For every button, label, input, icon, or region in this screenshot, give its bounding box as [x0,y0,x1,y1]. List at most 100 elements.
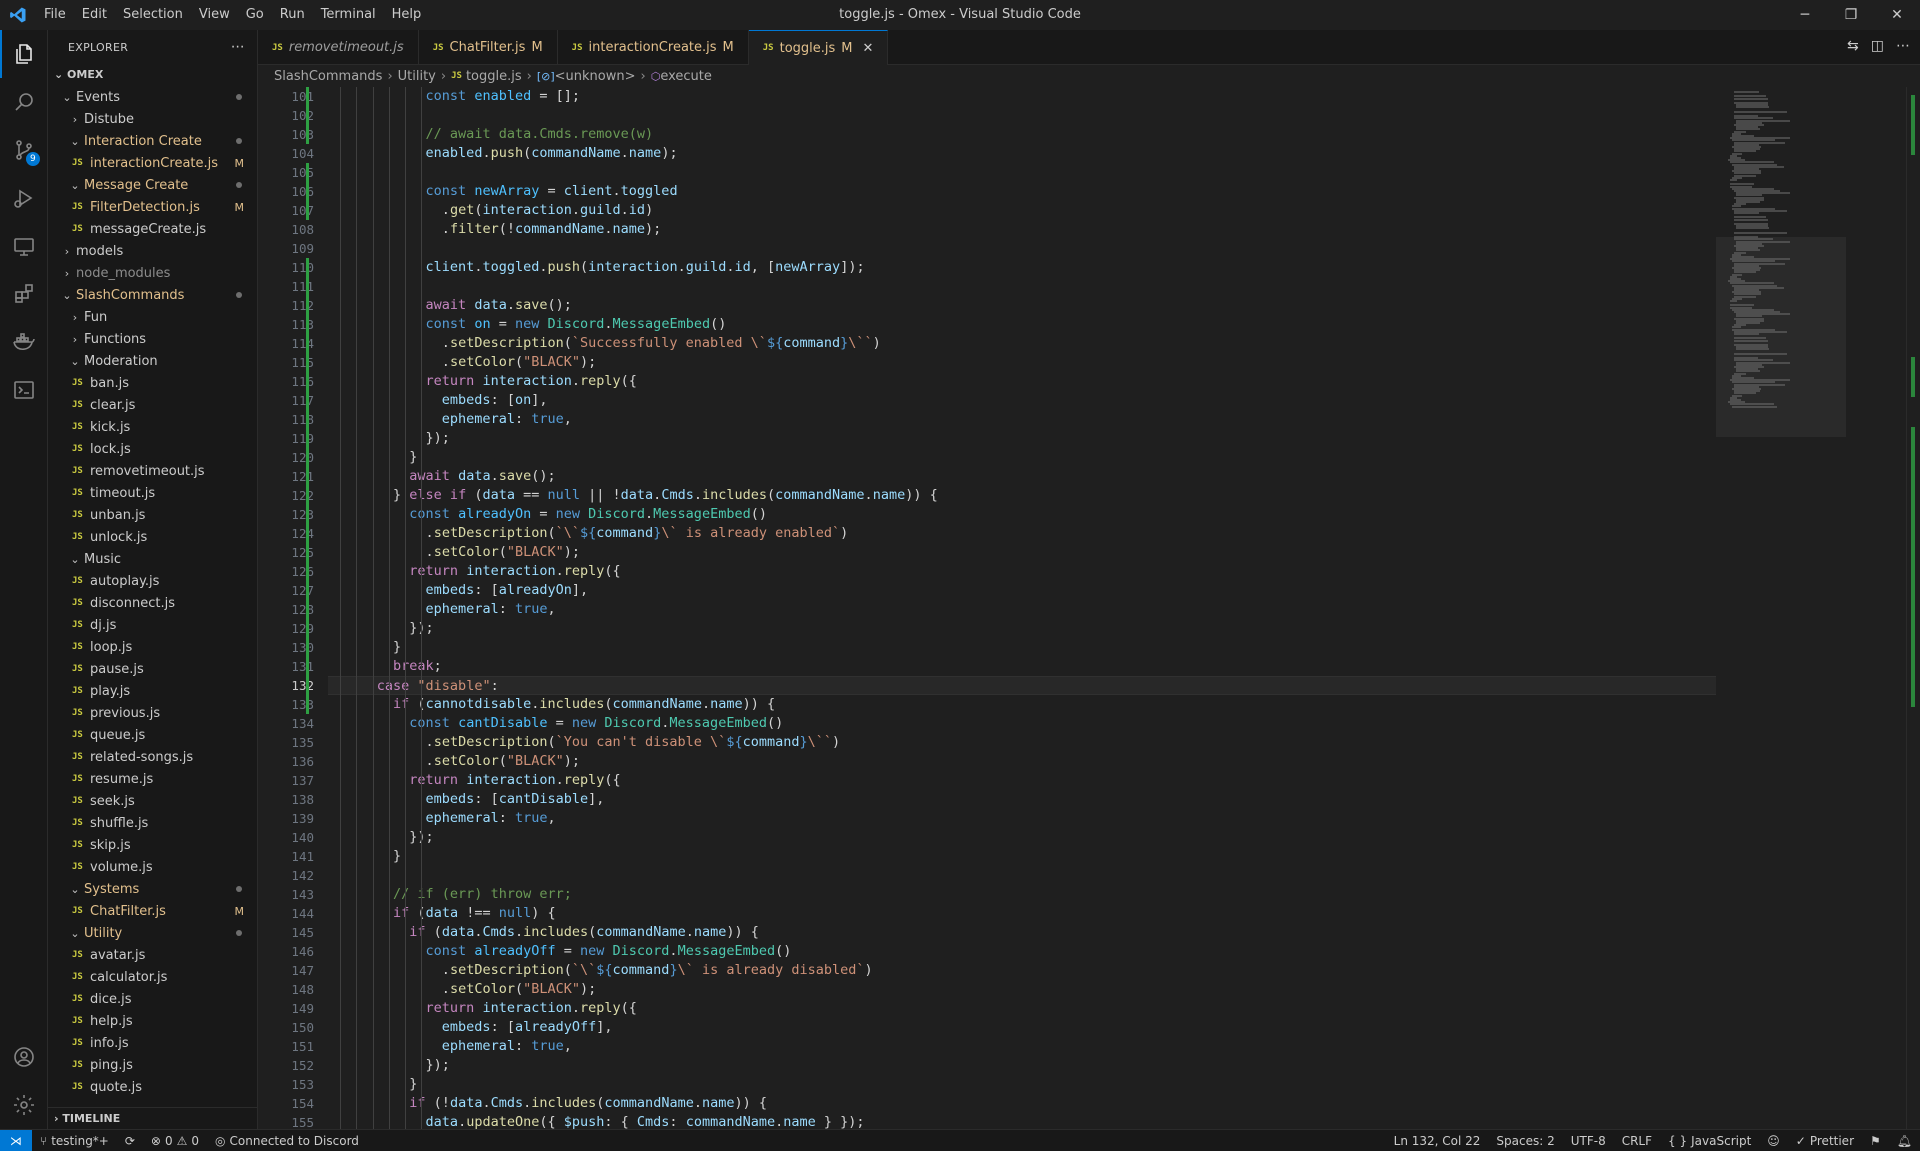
vertical-scrollbar[interactable] [1906,87,1920,1129]
more-actions-icon[interactable]: ⋯ [231,39,245,55]
tree-file[interactable]: JS unban.js [48,504,257,526]
tree-file[interactable]: JS skip.js [48,834,257,856]
code-line[interactable]: const alreadyOn = new Discord.MessageEmb… [328,505,1716,524]
tree-folder[interactable]: › Functions [48,328,257,350]
more-actions-icon[interactable]: ⋯ [1896,38,1910,54]
menu-item-file[interactable]: File [36,0,74,30]
tree-file[interactable]: JS lock.js [48,438,257,460]
tree-folder[interactable]: ⌄ SlashCommands [48,284,257,306]
code-line[interactable]: .setColor("BLACK"); [328,543,1716,562]
code-line[interactable]: }); [328,619,1716,638]
breadcrumb-item[interactable]: execute [660,69,712,84]
tree-folder[interactable]: › Distube [48,108,257,130]
code-line[interactable]: client.toggled.push(interaction.guild.id… [328,258,1716,277]
tree-file[interactable]: JS messageCreate.js [48,218,257,240]
extensions-icon[interactable] [0,270,48,318]
code-line[interactable]: const alreadyOff = new Discord.MessageEm… [328,942,1716,961]
tree-folder[interactable]: ⌄ Message Create [48,174,257,196]
tree-file[interactable]: JS quote.js [48,1076,257,1098]
indentation[interactable]: Spaces: 2 [1488,1134,1562,1148]
tree-file[interactable]: JS avatar.js [48,944,257,966]
tree-file[interactable]: JS removetimeout.js [48,460,257,482]
language-mode[interactable]: { } JavaScript [1660,1134,1759,1148]
tree-file[interactable]: JS shuffle.js [48,812,257,834]
code-line[interactable]: enabled.push(commandName.name); [328,144,1716,163]
code-line[interactable]: .setColor("BLACK"); [328,980,1716,999]
accounts-icon[interactable] [0,1033,48,1081]
code-line[interactable]: }); [328,429,1716,448]
feedback-icon[interactable]: ⚑ [1862,1134,1889,1148]
menu-item-edit[interactable]: Edit [74,0,115,30]
workspace-root[interactable]: ⌄ OMEX [48,64,257,86]
tree-file[interactable]: JS queue.js [48,724,257,746]
tree-folder[interactable]: ⌄ Systems [48,878,257,900]
code-line[interactable]: return interaction.reply({ [328,999,1716,1018]
code-line[interactable]: } else if (data == null || !data.Cmds.in… [328,486,1716,505]
tree-file[interactable]: JS resume.js [48,768,257,790]
tree-file[interactable]: JS seek.js [48,790,257,812]
notifications-bell-icon[interactable]: 🔔︎ [1889,1134,1920,1148]
code-line[interactable]: const on = new Discord.MessageEmbed() [328,315,1716,334]
code-line[interactable]: const enabled = []; [328,87,1716,106]
remote-explorer-icon[interactable] [0,222,48,270]
tree-file[interactable]: JS dj.js [48,614,257,636]
code-editor[interactable]: 101 102 103 104 105 106 107 108 109 110 111 112 113 1… [258,87,1920,1129]
code-line[interactable]: } [328,1075,1716,1094]
code-line[interactable]: break; [328,657,1716,676]
code-line[interactable]: data.updateOne({ $push: { Cmds: commandN… [328,1113,1716,1129]
tree-file[interactable]: JS unlock.js [48,526,257,548]
code-line[interactable]: }); [328,828,1716,847]
tree-folder[interactable]: ⌄ Interaction Create [48,130,257,152]
close-icon[interactable]: ✕ [1874,0,1920,30]
tree-file[interactable]: JS timeout.js [48,482,257,504]
tab-removetimeout-js[interactable]: JS removetimeout.js [258,30,419,65]
tree-folder[interactable]: ⌄ Music [48,548,257,570]
code-line[interactable]: return interaction.reply({ [328,562,1716,581]
code-line[interactable]: if (data.Cmds.includes(commandName.name)… [328,923,1716,942]
code-line[interactable]: embeds: [alreadyOn], [328,581,1716,600]
code-line[interactable]: .setDescription(`\`${command}\` is alrea… [328,524,1716,543]
line-ending[interactable]: CRLF [1614,1134,1660,1148]
tab-toggle-js[interactable]: JS toggle.js M ✕ [748,30,889,65]
menu-item-terminal[interactable]: Terminal [313,0,384,30]
tree-file[interactable]: JS clear.js [48,394,257,416]
encoding[interactable]: UTF-8 [1563,1134,1614,1148]
timeline-section[interactable]: › TIMELINE [48,1107,257,1129]
code-line[interactable]: if (!data.Cmds.includes(commandName.name… [328,1094,1716,1113]
code-line[interactable]: ephemeral: true, [328,809,1716,828]
menu-item-view[interactable]: View [191,0,238,30]
tree-folder[interactable]: › Fun [48,306,257,328]
code-line[interactable]: embeds: [alreadyOff], [328,1018,1716,1037]
code-line[interactable]: } [328,638,1716,657]
tree-file[interactable]: JS play.js [48,680,257,702]
code-line[interactable]: .get(interaction.guild.id) [328,201,1716,220]
code-line[interactable]: ephemeral: true, [328,410,1716,429]
code-line[interactable]: } [328,847,1716,866]
tree-folder[interactable]: › models [48,240,257,262]
tree-file[interactable]: JS interactionCreate.js M [48,152,257,174]
code-line[interactable]: const newArray = client.toggled [328,182,1716,201]
code-line[interactable]: .setDescription(`Successfully enabled \`… [328,334,1716,353]
remote-indicator-icon[interactable]: ⋊ [0,1129,32,1151]
code-line[interactable] [328,239,1716,258]
code-line[interactable]: case "disable": [328,676,1716,695]
tree-file[interactable]: JS volume.js [48,856,257,878]
code-line[interactable]: // if (err) throw err; [328,885,1716,904]
explorer-icon[interactable] [0,30,48,78]
code-line[interactable] [328,106,1716,125]
branch-indicator[interactable]: ⑂ testing*+ [32,1134,117,1148]
tree-file[interactable]: JS help.js [48,1010,257,1032]
breadcrumb-item[interactable]: SlashCommands [274,69,382,84]
breadcrumb-item[interactable]: toggle.js [466,69,522,84]
tree-folder[interactable]: ⌄ Utility [48,922,257,944]
code-line[interactable]: .setDescription(`\`${command}\` is alrea… [328,961,1716,980]
code-line[interactable]: if (data !== null) { [328,904,1716,923]
tree-file[interactable]: JS loop.js [48,636,257,658]
source-control-icon[interactable]: 9 [0,126,48,174]
tree-file[interactable]: JS related-songs.js [48,746,257,768]
tree-folder[interactable]: ⌄ Moderation [48,350,257,372]
sync-icon[interactable]: ⟳ [117,1134,143,1148]
menu-item-run[interactable]: Run [272,0,313,30]
search-icon[interactable] [0,78,48,126]
tree-file[interactable]: JS autoplay.js [48,570,257,592]
